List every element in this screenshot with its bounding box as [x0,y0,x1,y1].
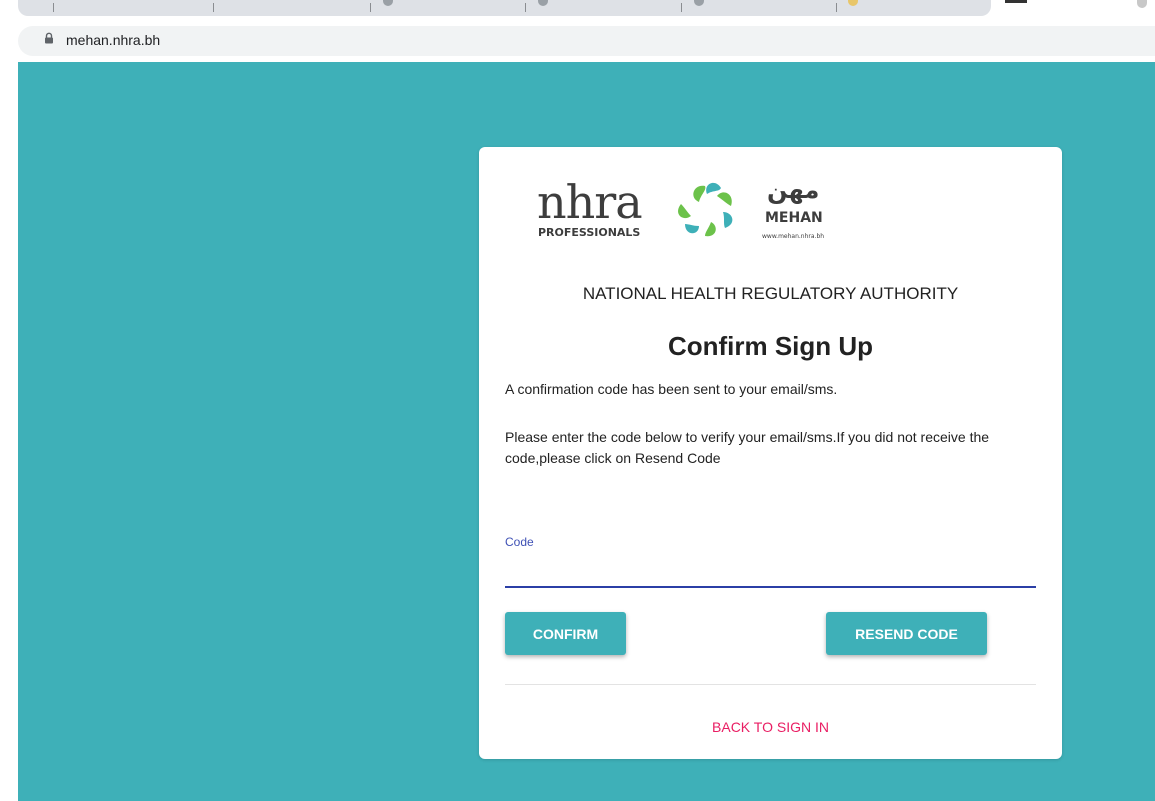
profile-icon[interactable] [1137,0,1147,8]
tab-separator [836,3,837,12]
logo-left-word: nhra [537,176,642,229]
omnibox[interactable] [18,26,1155,56]
divider [505,684,1036,685]
logo-right-word: MEHAN [765,210,823,226]
tab-separator [213,3,214,12]
tab-separator [370,3,371,12]
browser-tab-strip [0,0,1155,20]
nhra-mehan-logo: nhra PROFESSIONALS مهن MEHAN www.mehan.n… [537,176,824,240]
tab-favicon-icon [848,0,858,6]
flower-emblem-icon [678,182,733,237]
url-text[interactable]: mehan.nhra.bh [66,32,160,48]
new-tab-icon[interactable] [1005,0,1027,3]
confirm-button[interactable]: CONFIRM [505,612,626,655]
logo-arabic-word: مهن [767,176,819,204]
page-title: Confirm Sign Up [667,331,874,361]
tab-separator [681,3,682,12]
resend-code-button[interactable]: RESEND CODE [826,612,987,655]
code-input[interactable] [505,556,1036,588]
tab-separator [53,3,54,12]
logo-left-subtitle: PROFESSIONALS [538,226,640,239]
logo-right-url: www.mehan.nhra.bh [762,233,824,240]
tab-separator [525,3,526,12]
authority-name: NATIONAL HEALTH REGULATORY AUTHORITY [582,284,959,303]
code-label: Code [505,535,534,549]
tab-favicon-icon [694,0,704,6]
tab-bar[interactable] [18,0,991,16]
tab-favicon-icon [538,0,548,6]
back-to-sign-in-link[interactable]: BACK TO SIGN IN [479,718,1062,736]
tab-favicon-icon [383,0,393,6]
instructions-message: Please enter the code below to verify yo… [505,429,990,466]
code-sent-message: A confirmation code has been sent to you… [505,381,838,397]
lock-icon[interactable] [43,32,55,44]
address-bar [0,20,1155,62]
